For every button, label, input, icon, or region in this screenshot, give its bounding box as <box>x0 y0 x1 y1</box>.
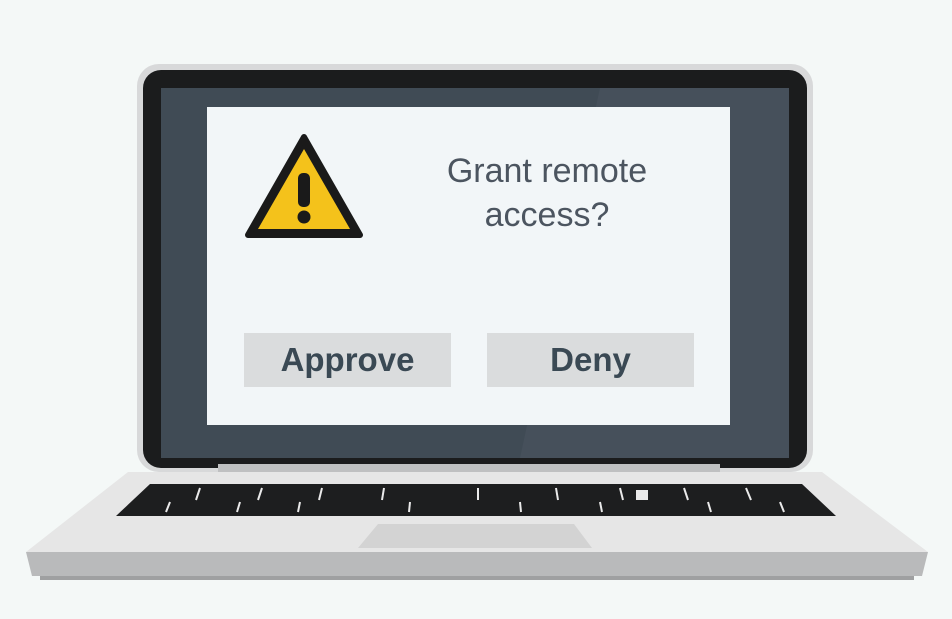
key-highlight <box>636 490 648 500</box>
remote-access-dialog: Grant remote access? Approve Deny <box>207 107 730 425</box>
warning-icon <box>245 134 363 238</box>
deny-button[interactable]: Deny <box>487 333 694 387</box>
dialog-prompt: Grant remote access? <box>397 149 697 237</box>
approve-button[interactable]: Approve <box>244 333 451 387</box>
prompt-line-1: Grant remote <box>446 152 648 190</box>
laptop-front-lip <box>40 576 914 580</box>
laptop-front-edge <box>26 552 928 576</box>
hinge-strip <box>218 464 720 472</box>
trackpad <box>358 524 592 548</box>
illustration-stage: Grant remote access? Approve Deny <box>0 0 952 619</box>
keyboard <box>116 484 836 516</box>
prompt-line-2: access? <box>484 196 610 234</box>
